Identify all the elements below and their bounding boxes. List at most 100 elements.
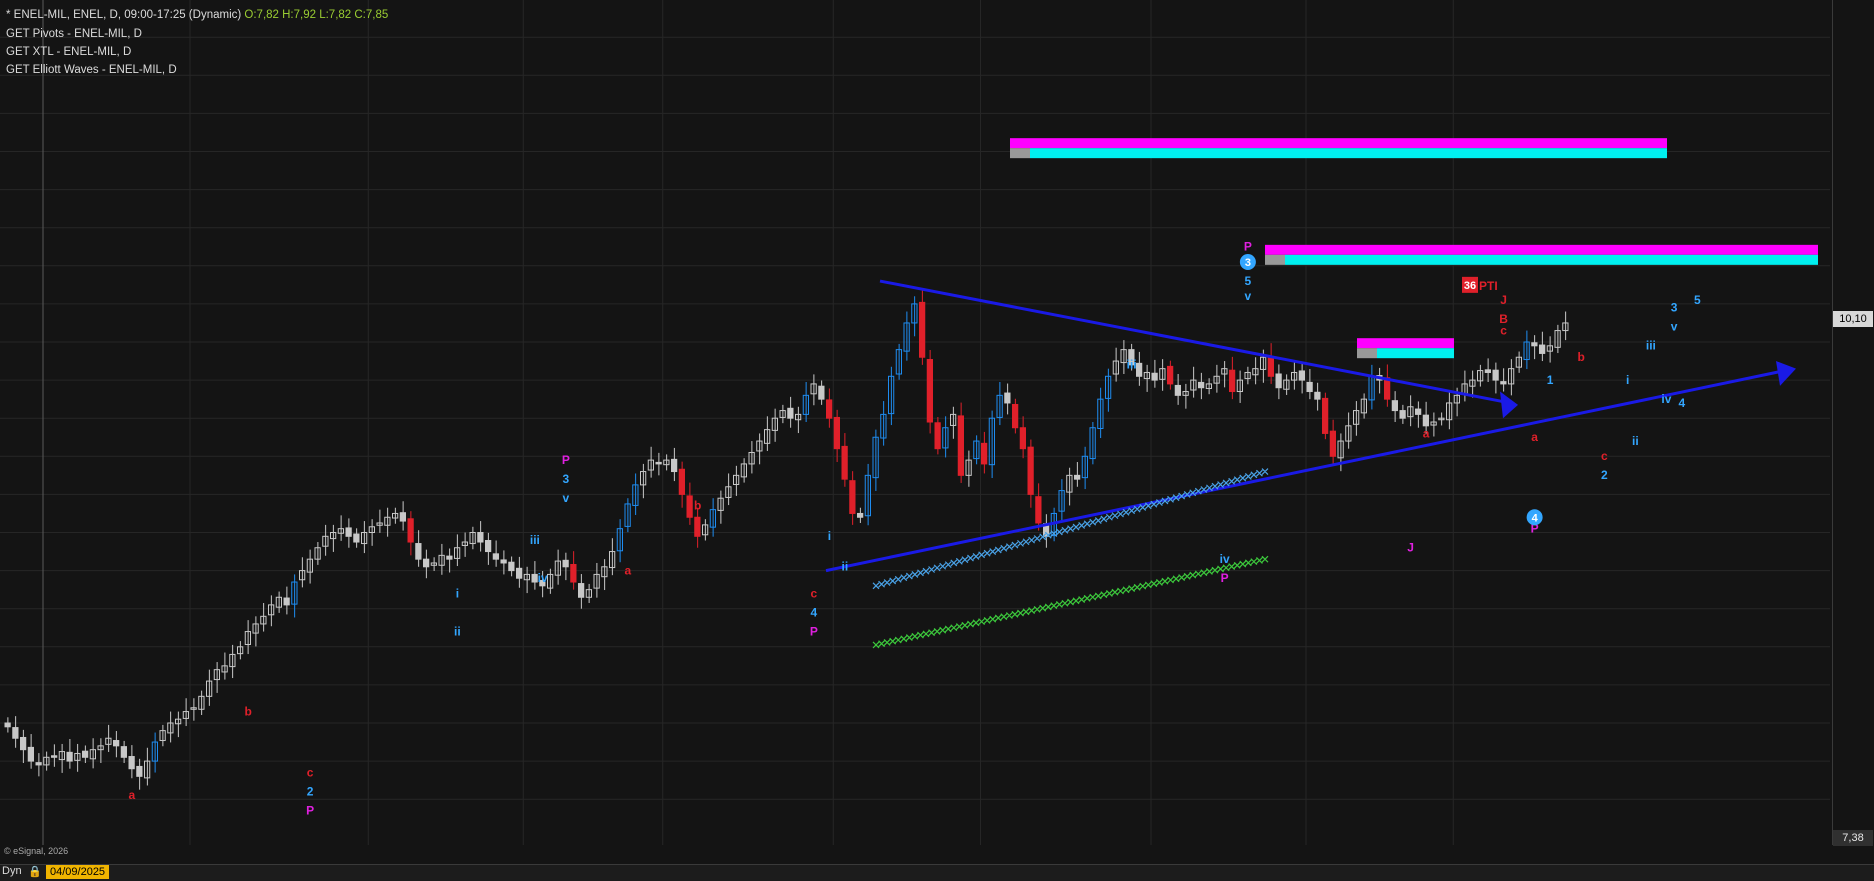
elliott-wave-label: a <box>1423 426 1430 440</box>
candle-body <box>957 415 964 476</box>
elliott-wave-label: i <box>456 586 459 600</box>
elliott-wave-label: ii <box>842 560 849 574</box>
dyn-label[interactable]: Dyn <box>2 865 22 877</box>
pivot-band-small-cyan <box>1377 348 1454 359</box>
candle-body <box>1035 496 1042 524</box>
candle-body <box>1322 397 1329 434</box>
header-symbol-line: * ENEL-MIL, ENEL, D, 09:00-17:25 (Dynami… <box>6 9 388 21</box>
elliott-wave-label: 4 <box>811 605 818 619</box>
elliott-wave-label: 3 <box>563 472 570 486</box>
candle-body <box>1539 344 1546 354</box>
elliott-wave-label: P <box>562 453 570 467</box>
candle-body <box>1136 362 1143 377</box>
candle-body <box>446 555 453 560</box>
candle-body <box>1391 400 1398 412</box>
candle-body <box>399 512 406 522</box>
elliott-wave-label: J <box>1500 293 1507 307</box>
elliott-wave-label: iv <box>538 571 548 585</box>
candle-body <box>686 495 693 518</box>
candle-body <box>1329 430 1336 457</box>
elliott-wave-label: a <box>625 563 632 577</box>
pti-value: 36 <box>1464 280 1476 292</box>
elliott-wave-label: iv <box>1661 392 1671 406</box>
elliott-wave-label: c <box>1601 449 1608 463</box>
pivot-band-upper-gray <box>1010 148 1030 159</box>
wave-circle-label: 3 <box>1245 257 1251 269</box>
candle-body <box>516 567 523 579</box>
candle-body <box>1012 403 1019 429</box>
elliott-wave-label: b <box>694 499 701 513</box>
candle-body <box>1500 381 1507 385</box>
candle-body <box>423 558 430 568</box>
candle-body <box>826 399 833 419</box>
candle-body <box>1027 446 1034 495</box>
candle-body <box>66 751 73 762</box>
candle-body <box>1314 391 1321 400</box>
pivot-band-small-magenta <box>1357 338 1454 349</box>
candle-body <box>1531 342 1538 347</box>
candle-body <box>1198 381 1205 389</box>
elliott-wave-label: 5 <box>1245 274 1252 288</box>
price-chart[interactable]: 7,607,808,008,208,408,608,809,009,209,40… <box>0 0 1874 881</box>
elliott-wave-label: ii <box>1632 434 1639 448</box>
elliott-wave-label: c <box>1500 323 1507 337</box>
candle-body <box>1422 414 1429 427</box>
candle-body <box>655 461 662 465</box>
copyright-label: © eSignal, 2026 <box>4 846 69 856</box>
ohlc-label: O:7,82 H:7,92 L:7,82 C:7,85 <box>244 9 389 21</box>
elliott-wave-label: 3 <box>1671 301 1678 315</box>
candle-body <box>485 540 492 553</box>
candle-body <box>1399 410 1406 419</box>
elliott-wave-label: b <box>1577 350 1584 364</box>
candle-body <box>562 559 569 568</box>
pti-label: PTI <box>1479 279 1498 293</box>
price-axis[interactable] <box>1832 0 1874 845</box>
candle-body <box>1004 392 1011 404</box>
pivot-band-lower-cyan <box>1285 254 1818 265</box>
candle-body <box>1415 408 1422 415</box>
candle-body <box>283 597 290 606</box>
candle-body <box>508 561 515 572</box>
candle-body <box>4 722 11 728</box>
candle-body <box>1074 474 1081 480</box>
candle-body <box>934 422 941 450</box>
elliott-wave-label: b <box>244 704 251 718</box>
pivot-band-lower-magenta <box>1265 244 1818 255</box>
last-price-tag: 10,10 <box>1833 311 1873 327</box>
candle-body <box>51 755 58 758</box>
candle-body <box>113 740 120 747</box>
elliott-wave-label: 1 <box>1547 373 1554 387</box>
candle-body <box>415 543 422 560</box>
elliott-wave-label: v <box>563 491 570 505</box>
candle-body <box>926 359 933 423</box>
candle-body <box>678 468 685 495</box>
candle-body <box>578 583 585 598</box>
candle-body <box>531 573 538 583</box>
pivot-band-upper-magenta <box>1010 138 1667 149</box>
elliott-wave-label: P <box>1221 571 1229 585</box>
elliott-wave-label: P <box>306 803 314 817</box>
elliott-wave-label: c <box>811 586 818 600</box>
candle-body <box>1167 365 1174 385</box>
candle-body <box>694 516 701 537</box>
candle-body <box>27 746 34 762</box>
elliott-wave-label: P <box>810 624 818 638</box>
candle-body <box>1267 355 1274 377</box>
candle-body <box>1306 381 1313 393</box>
candle-body <box>120 746 127 758</box>
candle-body <box>833 416 840 450</box>
candle-body <box>1151 372 1158 381</box>
elliott-wave-label: i <box>1626 373 1629 387</box>
candle-body <box>849 480 856 514</box>
study-pivots-label[interactable]: GET Pivots - ENEL-MIL, D <box>6 28 142 40</box>
candle-body <box>1492 369 1499 381</box>
study-elliott-label[interactable]: GET Elliott Waves - ENEL-MIL, D <box>6 64 177 76</box>
candle-body <box>1019 427 1026 450</box>
study-xtl-label[interactable]: GET XTL - ENEL-MIL, D <box>6 46 131 58</box>
candle-body <box>477 532 484 543</box>
elliott-wave-label: iv <box>1220 552 1230 566</box>
lock-icon[interactable]: 🔒 <box>28 865 42 878</box>
elliott-wave-label: a <box>129 788 136 802</box>
candle-body <box>407 518 414 543</box>
time-axis-bar[interactable] <box>0 864 1874 881</box>
